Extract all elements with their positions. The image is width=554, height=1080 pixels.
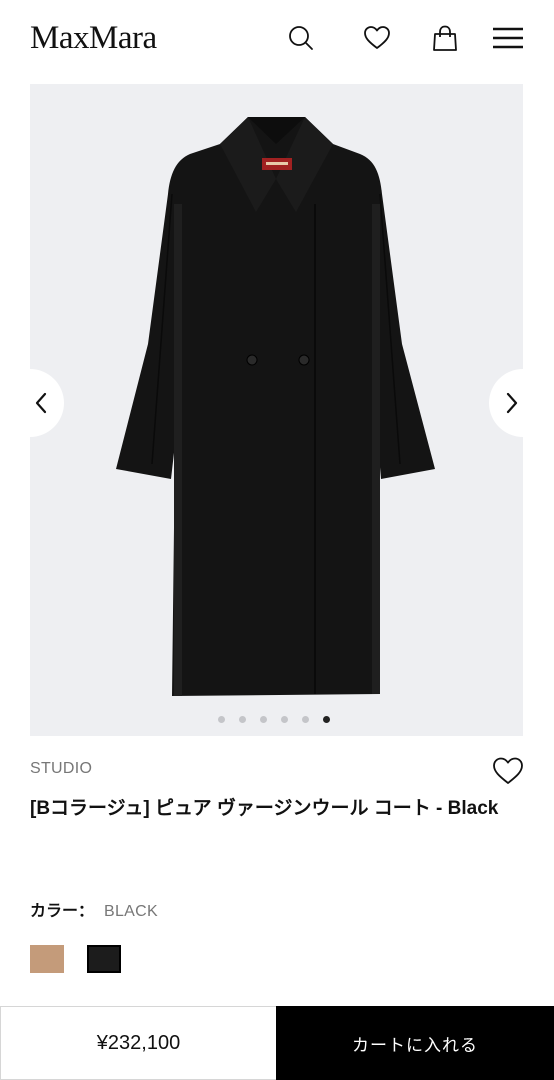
search-icon[interactable] — [285, 22, 317, 54]
chevron-left-icon — [35, 392, 47, 414]
heart-icon[interactable] — [361, 22, 393, 54]
selected-color-value: BLACK — [104, 903, 158, 920]
price: ¥232,100 — [0, 1006, 276, 1080]
gallery-dot[interactable] — [323, 716, 330, 723]
gallery-dot[interactable] — [239, 716, 246, 723]
gallery-dot[interactable] — [260, 716, 267, 723]
color-label: カラー： — [30, 903, 95, 920]
site-header: MaxMara — [0, 0, 554, 76]
purchase-bar: ¥232,100 カートに入れる — [0, 1006, 554, 1080]
gallery-next-button[interactable] — [489, 369, 554, 437]
shopping-bag-icon[interactable] — [429, 22, 461, 54]
gallery-pagination — [0, 716, 554, 726]
coat-image — [116, 117, 435, 696]
color-selector-label: カラー： BLACK — [30, 897, 158, 921]
gallery-dot[interactable] — [218, 716, 225, 723]
add-to-wishlist-button[interactable] — [492, 756, 526, 788]
product-image-gallery[interactable] — [30, 84, 523, 736]
add-to-cart-button[interactable]: カートに入れる — [276, 1006, 554, 1080]
menu-icon[interactable] — [492, 22, 524, 54]
product-line-label: STUDIO — [30, 760, 93, 777]
gallery-dot[interactable] — [281, 716, 288, 723]
product-title: [Bコラージュ] ピュア ヴァージンウール コート - Black — [30, 798, 499, 819]
gallery-dot[interactable] — [302, 716, 309, 723]
swatch-black[interactable] — [86, 944, 122, 974]
maxmara-logo[interactable]: MaxMara — [30, 18, 157, 58]
chevron-right-icon — [506, 392, 518, 414]
heart-icon — [493, 757, 523, 784]
swatch-camel[interactable] — [30, 945, 64, 973]
